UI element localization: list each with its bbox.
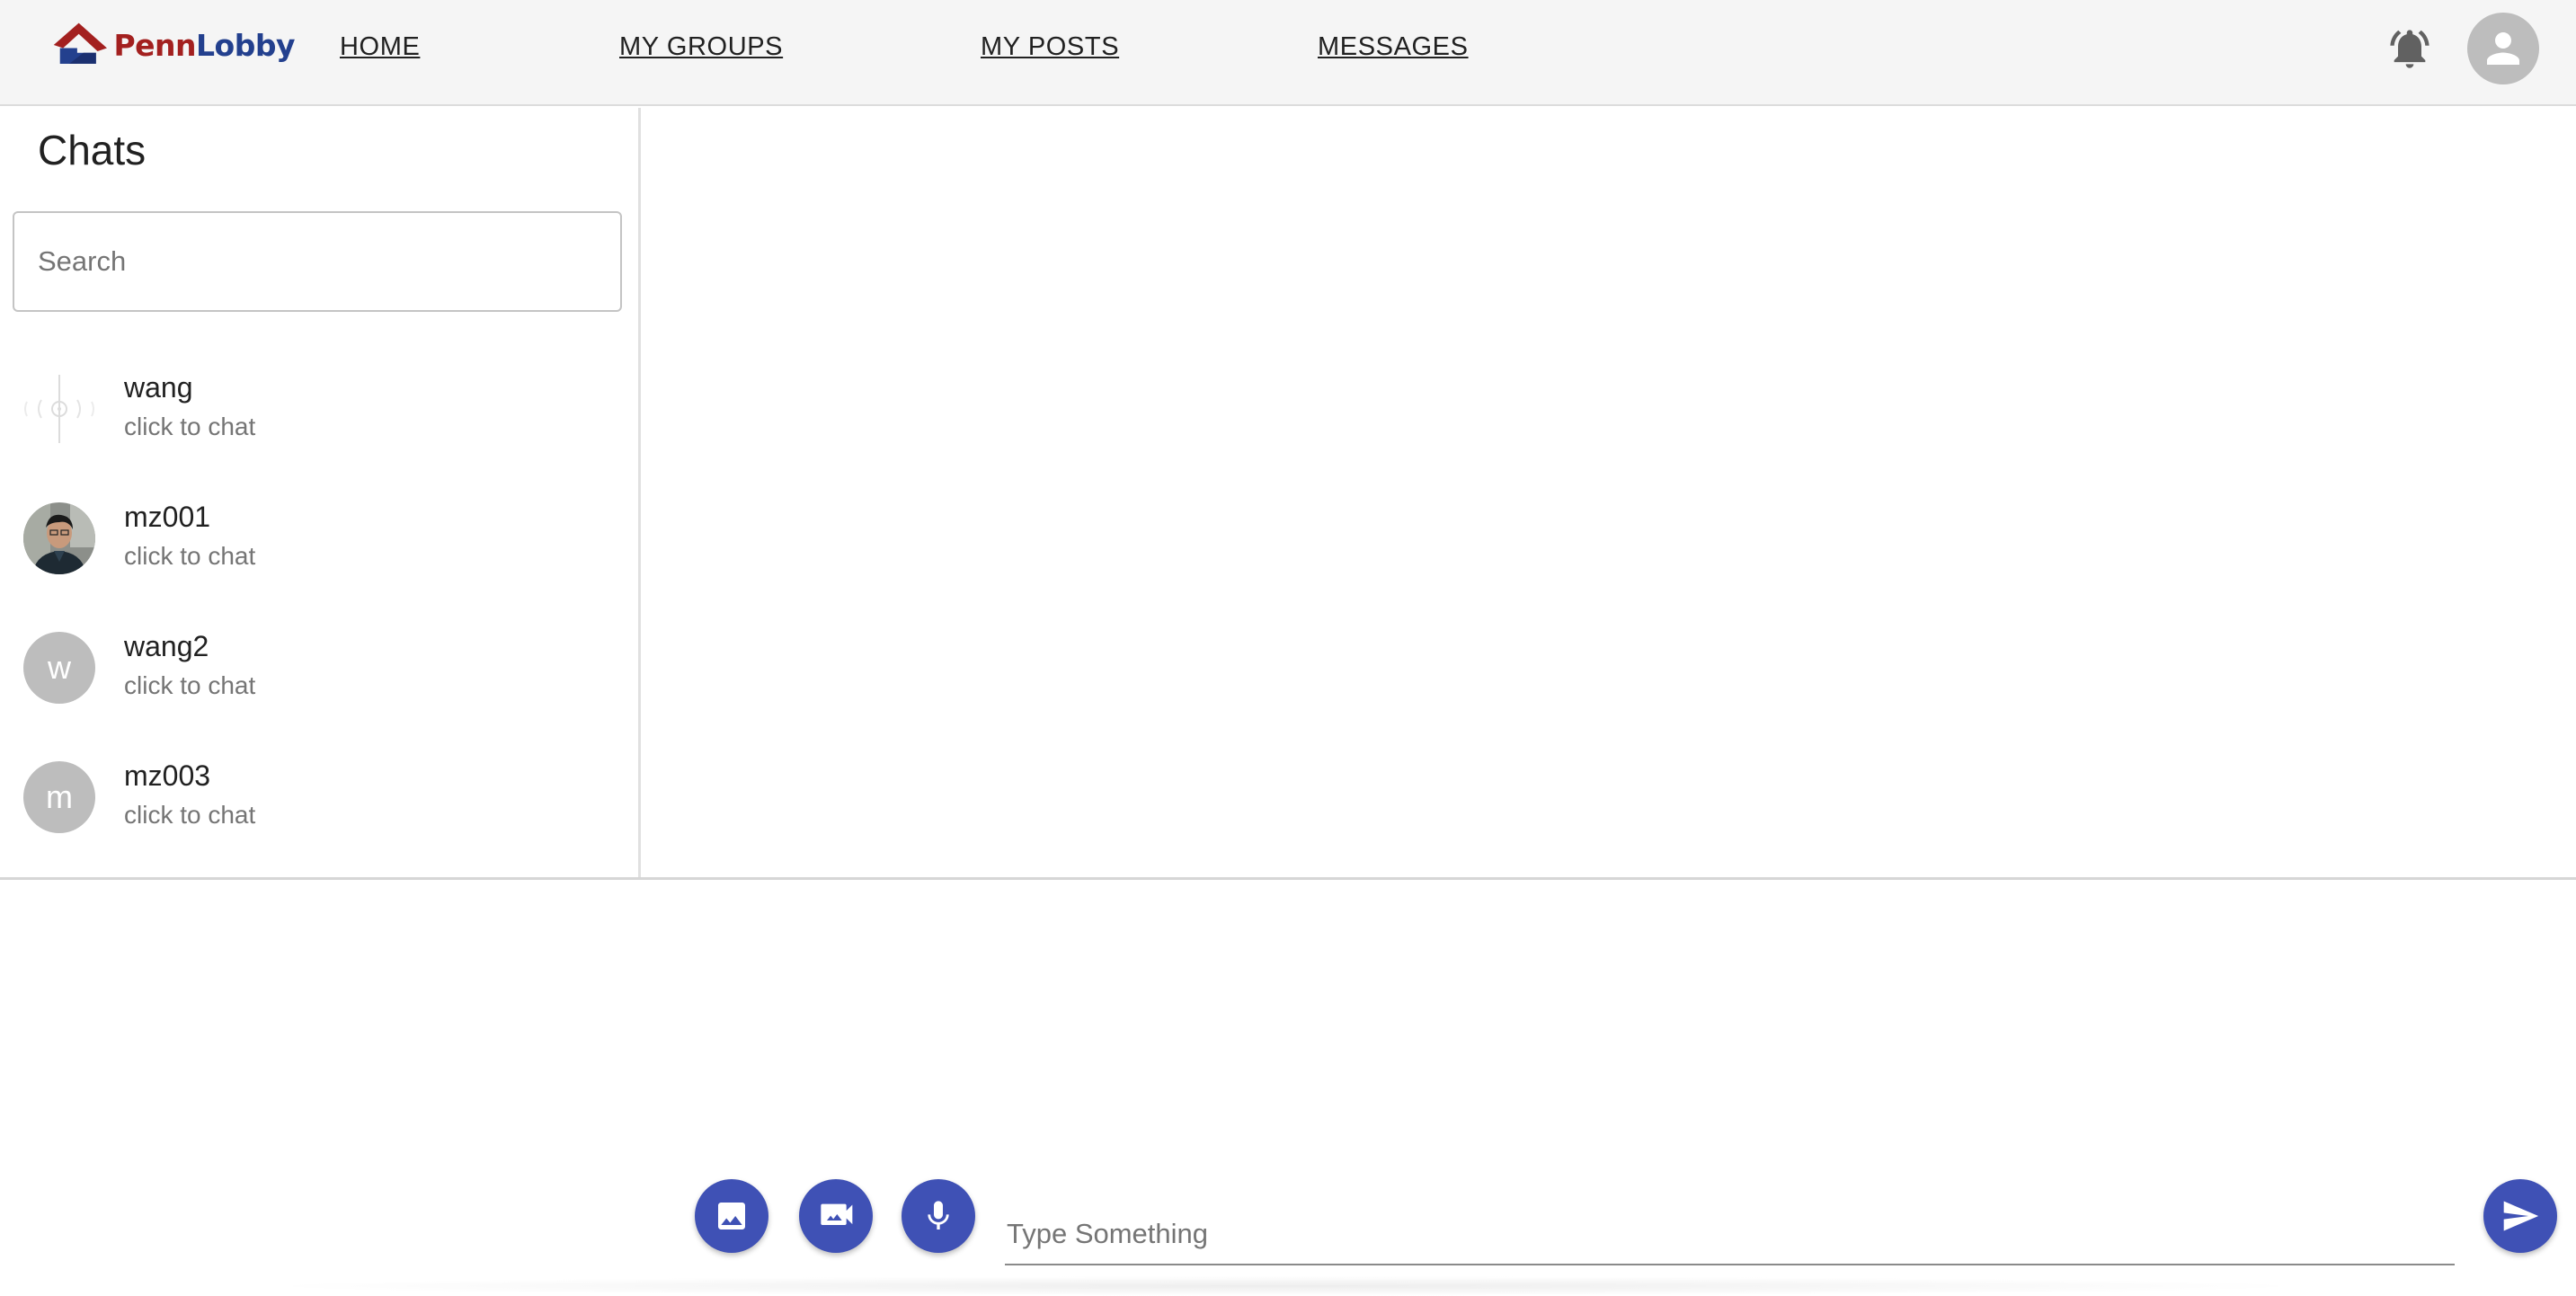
conversation-panel [644,108,2576,877]
chat-search-input[interactable] [13,211,622,312]
chat-name: mz003 [124,759,211,792]
send-image-button[interactable] [695,1179,768,1253]
house-logo-icon [53,22,107,64]
send-video-button[interactable] [799,1179,873,1253]
send-message-button[interactable] [2483,1179,2557,1253]
chat-list-item-mz003[interactable]: m mz003 click to chat [0,743,638,860]
message-input[interactable] [1005,1204,2455,1265]
pennlobby-logo[interactable]: PennLobby [52,16,295,74]
letter-avatar: m [23,761,95,833]
chat-list-item-wang2[interactable]: w wang2 click to chat [0,614,638,731]
nav-home-link[interactable]: HOME [340,32,420,62]
chat-name: mz001 [124,501,211,533]
letter-avatar: w [23,632,95,704]
video-icon [821,1203,853,1225]
nav-messages-link[interactable]: MESSAGES [1318,32,1469,62]
chats-sidebar: Chats wang click to chat [0,108,641,879]
divider [0,877,2576,880]
chat-subtitle: click to chat [124,413,256,440]
chats-title: Chats [38,127,147,173]
chat-subtitle: click to chat [124,542,256,570]
logo-wordmark: PennLobby [113,27,295,63]
user-photo-avatar [23,502,95,574]
chat-subtitle: click to chat [124,671,256,699]
mic-icon [928,1201,949,1229]
top-app-bar: PennLobby HOME MY GROUPS MY POSTS MESSAG… [0,0,2576,106]
record-audio-button[interactable] [902,1179,975,1253]
profile-avatar-button[interactable] [2467,13,2539,84]
chat-name: wang [124,371,193,404]
nav-my-groups-link[interactable]: MY GROUPS [619,32,783,62]
image-icon [718,1203,745,1229]
chat-name: wang2 [124,630,209,662]
account-icon [2487,32,2519,65]
chat-subtitle: click to chat [124,801,256,829]
nav-my-posts-link[interactable]: MY POSTS [981,32,1119,62]
bell-icon[interactable] [2386,25,2433,72]
bottom-shadow [252,1276,2319,1296]
chat-avatar-placeholder-icon [23,373,95,445]
send-icon [2503,1201,2539,1231]
chat-list-item-wang[interactable]: wang click to chat [0,355,638,472]
chat-list-item-mz001[interactable]: mz001 click to chat [0,484,638,601]
